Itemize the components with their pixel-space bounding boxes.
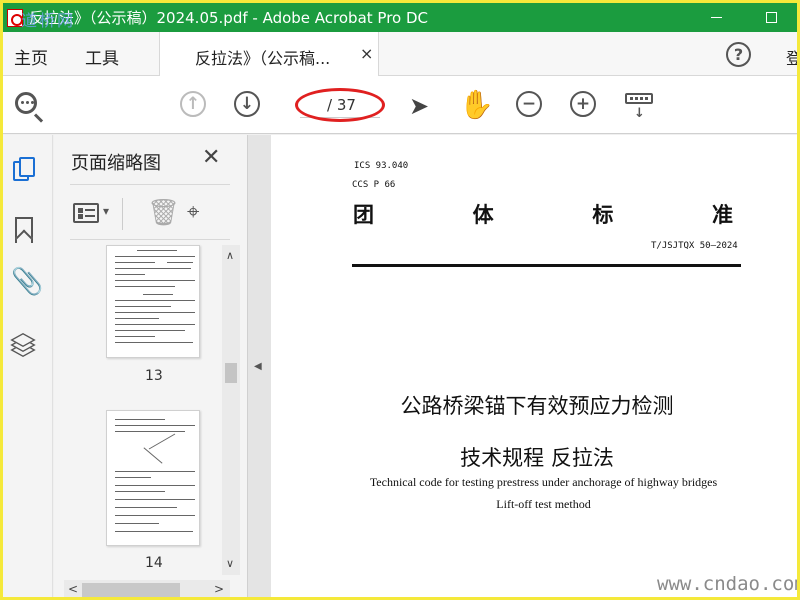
chevron-left-icon[interactable]: <	[68, 582, 78, 596]
keyboard-icon	[625, 93, 653, 104]
select-cursor-icon[interactable]: ➤	[409, 92, 429, 120]
standard-char: 准	[711, 203, 733, 227]
scrollbar-thumb[interactable]	[225, 363, 237, 383]
standard-type-heading: 团 体 标 准	[353, 199, 733, 229]
chevron-down-icon[interactable]: ∨	[226, 557, 234, 570]
previous-page-button[interactable]: ↑	[180, 91, 206, 117]
close-panel-icon[interactable]: ✕	[202, 145, 220, 170]
menu-bar: 主页 工具 反拉法》（公示稿... × ? 登	[3, 32, 797, 76]
ccs-code: CCS P 66	[352, 180, 396, 190]
document-subtitle-en: Lift-off test method	[496, 497, 591, 511]
thumbnail-horizontal-scrollbar[interactable]: < >	[64, 580, 230, 597]
ics-code: ICS 93.040	[354, 161, 409, 171]
thumbnail-options-icon[interactable]	[73, 203, 99, 223]
document-title-cn: 公路桥梁锚下有效预应力检测	[400, 394, 674, 418]
document-tab[interactable]: 反拉法》（公示稿... ×	[159, 32, 379, 76]
site-watermark-url: www.cndao.com	[657, 573, 800, 595]
minimize-button[interactable]	[693, 3, 739, 32]
search-icon[interactable]	[15, 92, 37, 114]
standard-char: 团	[353, 203, 374, 227]
insert-page-icon[interactable]: ⌖	[187, 200, 199, 225]
bookmark-icon[interactable]	[15, 217, 33, 243]
maximize-button[interactable]	[748, 3, 794, 32]
delete-page-icon[interactable]: 🗑	[147, 198, 180, 228]
page-thumbnail-14[interactable]	[106, 410, 200, 546]
collapse-panel-icon[interactable]: ◀	[254, 361, 262, 372]
page-thumbnail-13[interactable]	[106, 245, 200, 358]
document-page: ICS 93.040 CCS P 66 团 体 标 准 T/JSJTQX 50—…	[271, 135, 800, 597]
layers-icon[interactable]	[10, 331, 37, 358]
home-tab[interactable]: 主页	[14, 44, 48, 69]
maximize-icon	[765, 12, 777, 23]
zoom-in-button[interactable]: +	[570, 91, 596, 117]
minimize-icon	[710, 17, 722, 18]
scrollbar-thumb[interactable]	[82, 583, 180, 597]
page-number-label: 14	[145, 555, 163, 571]
standard-number: T/JSJTQX 50—2024	[651, 241, 738, 251]
document-title-en: Technical code for testing prestress und…	[369, 475, 718, 489]
panel-divider	[70, 184, 230, 185]
document-tab-label: 反拉法》（公示稿...	[195, 49, 331, 68]
title-bar: 反拉法》（公示稿）2024.05.pdf - Adobe Acrobat Pro…	[3, 3, 797, 32]
toolbar-separator	[122, 198, 123, 230]
thumbnail-panel: 页面缩略图 ✕ ▾ 🗑 ⌖ 13 14 ∧ ∨ < >	[54, 135, 247, 597]
hand-tool-icon[interactable]: ✋	[459, 88, 494, 121]
chevron-up-icon[interactable]: ∧	[226, 249, 234, 262]
window-title: 反拉法》（公示稿）2024.05.pdf - Adobe Acrobat Pro…	[29, 9, 428, 27]
close-tab-icon[interactable]: ×	[360, 44, 373, 63]
chevron-right-icon[interactable]: >	[214, 582, 224, 596]
down-arrow-icon: ↓	[634, 106, 645, 121]
left-navigation-rail: 📎	[3, 135, 53, 597]
page-number-label: 13	[145, 368, 163, 384]
chevron-down-icon[interactable]: ▾	[103, 204, 109, 218]
standard-char: 标	[592, 203, 614, 227]
thumbnail-panel-title: 页面缩略图	[71, 153, 161, 174]
header-rule	[352, 264, 741, 267]
highlight-ellipse	[295, 88, 385, 122]
tools-tab[interactable]: 工具	[85, 44, 119, 69]
standard-char: 体	[472, 203, 494, 227]
next-page-button[interactable]: ↓	[234, 91, 260, 117]
attachment-icon[interactable]: 📎	[11, 267, 43, 297]
page-thumbnails-icon[interactable]	[13, 157, 35, 183]
sign-in-button[interactable]: 登	[786, 45, 797, 69]
panel-splitter[interactable]: ◀	[247, 135, 271, 597]
thumbnail-toolbar: ▾ 🗑 ⌖	[70, 190, 230, 240]
document-subtitle-cn: 技术规程 反拉法	[460, 446, 614, 470]
thumbnail-vertical-scrollbar[interactable]: ∧ ∨	[222, 245, 240, 575]
app-window: 反拉法》（公示稿）2024.05.pdf - Adobe Acrobat Pro…	[0, 0, 800, 600]
toolbar: ↑ ↓ / 37 ➤ ✋ − + ↓	[3, 76, 797, 134]
help-icon[interactable]: ?	[726, 42, 751, 67]
site-watermark: 道桥网	[21, 11, 76, 30]
keyboard-scroll-icon[interactable]: ↓	[625, 93, 653, 121]
zoom-out-button[interactable]: −	[516, 91, 542, 117]
